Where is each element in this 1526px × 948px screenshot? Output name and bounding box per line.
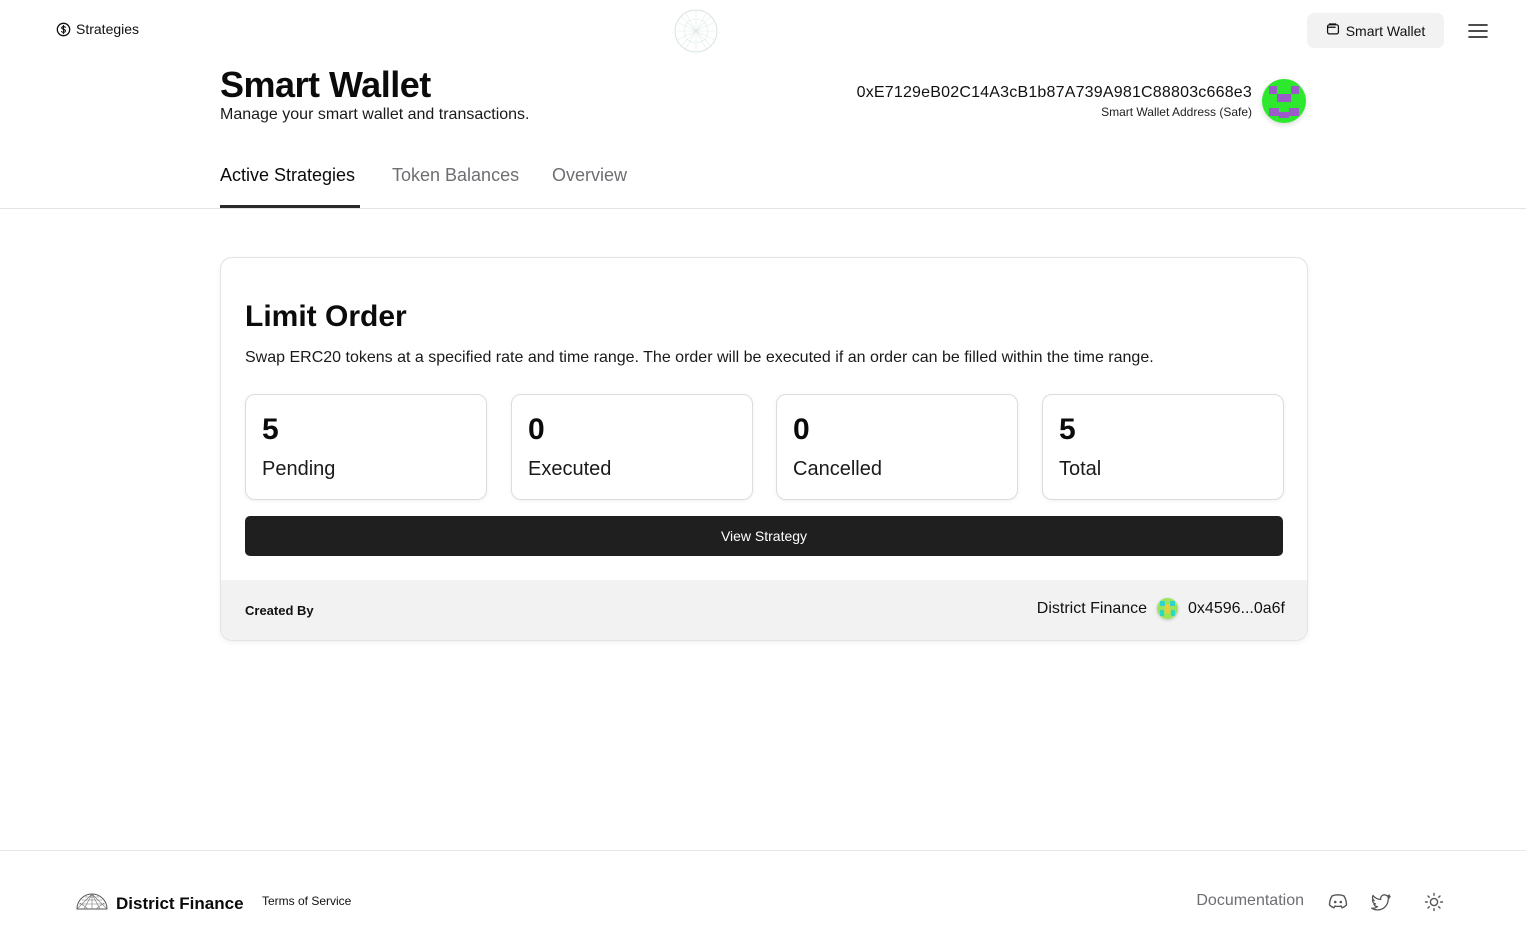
stat-value: 5 — [262, 413, 279, 446]
page-footer: District Finance Terms of Service Docume… — [0, 850, 1526, 948]
dome-logo-icon — [76, 892, 108, 915]
created-by-label: Created By — [245, 603, 314, 618]
discord-icon[interactable] — [1327, 892, 1349, 912]
active-tab-indicator — [220, 205, 360, 208]
page-title: Smart Wallet — [220, 64, 431, 105]
nav-strategies-label: Strategies — [76, 21, 140, 37]
view-strategy-button[interactable]: View Strategy — [245, 516, 1283, 556]
hamburger-menu-icon[interactable] — [1466, 20, 1490, 42]
stat-label: Cancelled — [793, 458, 882, 480]
wallet-address-label: Smart Wallet Address (Safe) — [1101, 105, 1252, 119]
geodesic-sphere-logo[interactable] — [673, 8, 719, 54]
creator-address: 0x4596...0a6f — [1188, 599, 1285, 617]
strategy-title: Limit Order — [245, 300, 407, 333]
card-footer: Created By District Finance 0x4596...0a6… — [221, 580, 1307, 640]
tab-token-balances[interactable]: Token Balances — [392, 165, 519, 204]
wallet-icon — [1326, 22, 1340, 39]
footer-brand-name: District Finance — [116, 893, 244, 913]
stat-label: Executed — [528, 458, 612, 480]
creator-avatar — [1157, 598, 1179, 619]
stat-label: Pending — [262, 458, 336, 480]
nav-strategies-link[interactable]: Strategies — [56, 21, 139, 37]
twitter-icon[interactable] — [1371, 892, 1393, 912]
terms-of-service-link[interactable]: Terms of Service — [262, 894, 351, 908]
strategy-card: Limit Order Swap ERC20 tokens at a speci… — [220, 257, 1308, 641]
footer-brand[interactable]: District Finance — [76, 892, 244, 915]
stat-cancelled: 0 Cancelled — [776, 394, 1018, 500]
creator-info[interactable]: District Finance 0x4596...0a6f — [1037, 598, 1285, 619]
documentation-link[interactable]: Documentation — [1196, 892, 1304, 910]
sun-icon[interactable] — [1423, 892, 1445, 912]
smart-wallet-button-label: Smart Wallet — [1345, 22, 1426, 39]
stat-value: 5 — [1059, 413, 1076, 446]
tab-bar: Active Strategies Token Balances Overvie… — [0, 150, 1526, 209]
stat-pending: 5 Pending — [245, 394, 487, 500]
dollar-circle-icon — [56, 22, 71, 37]
page-subtitle: Manage your smart wallet and transaction… — [220, 106, 530, 123]
stat-executed: 0 Executed — [511, 394, 753, 500]
creator-name: District Finance — [1036, 599, 1148, 617]
strategy-description: Swap ERC20 tokens at a specified rate an… — [245, 349, 1154, 366]
wallet-address[interactable]: 0xE7129eB02C14A3cB1b87A739A981C88803c668… — [857, 84, 1252, 102]
tab-active-strategies[interactable]: Active Strategies — [220, 165, 355, 204]
stat-total: 5 Total — [1042, 394, 1284, 500]
stat-value: 0 — [528, 413, 545, 446]
smart-wallet-button[interactable]: Smart Wallet — [1307, 13, 1444, 48]
top-nav: Strategies Smart Wallet — [0, 0, 1526, 62]
stat-label: Total — [1059, 458, 1102, 480]
stat-value: 0 — [793, 413, 810, 446]
wallet-avatar — [1262, 79, 1306, 123]
tab-overview[interactable]: Overview — [552, 165, 627, 204]
